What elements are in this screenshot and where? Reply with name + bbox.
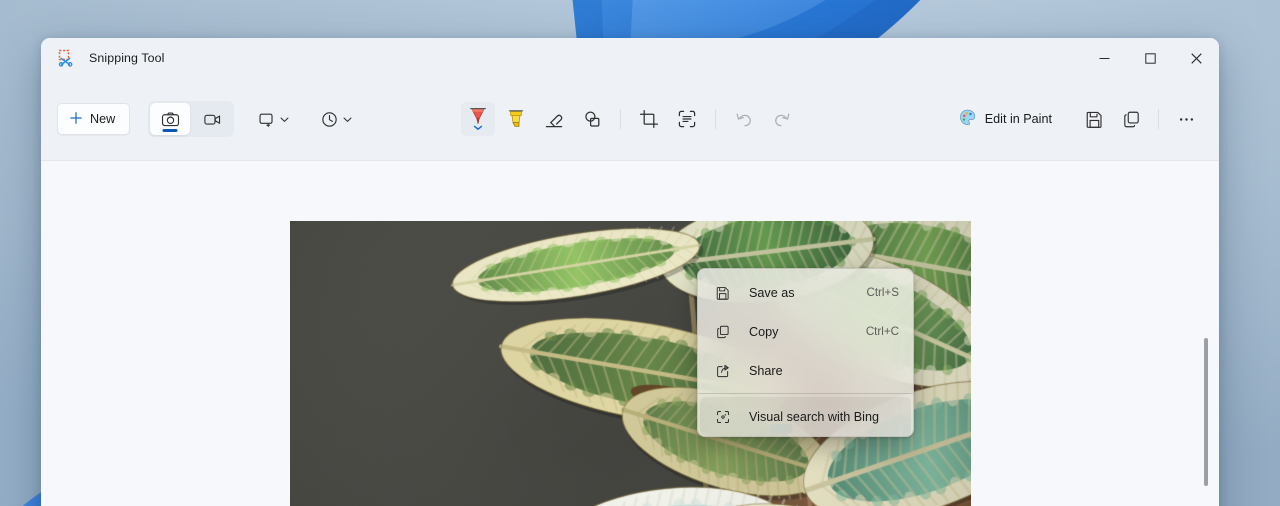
toolbar-divider	[620, 109, 621, 129]
title-bar[interactable]: Snipping Tool	[41, 38, 1219, 78]
minimize-button[interactable]	[1081, 38, 1127, 78]
shapes-tool[interactable]	[575, 102, 609, 136]
window-title: Snipping Tool	[89, 51, 165, 65]
scrollbar-thumb[interactable]	[1204, 338, 1208, 486]
ballpoint-pen-tool[interactable]	[461, 102, 495, 136]
snip-delay-dropdown[interactable]	[315, 103, 358, 135]
text-actions-icon	[678, 110, 696, 128]
menu-separator	[698, 393, 913, 394]
ballpoint-pen-icon	[470, 108, 486, 130]
snip-mode-camera[interactable]	[150, 103, 191, 135]
context-menu: Save as Ctrl+S Copy Ctrl+C Share Visual …	[697, 268, 914, 437]
save-floppy-icon	[714, 284, 731, 301]
menu-item-label: Copy	[749, 324, 779, 339]
menu-item-share[interactable]: Share	[700, 351, 911, 390]
annotation-tools-group	[461, 102, 799, 136]
new-snip-label: New	[90, 112, 116, 126]
menu-item-save-as[interactable]: Save as Ctrl+S	[700, 273, 911, 312]
new-snip-button[interactable]: New	[57, 103, 131, 135]
snip-mode-video[interactable]	[192, 103, 232, 135]
menu-item-label: Save as	[749, 285, 795, 300]
undo-icon	[736, 113, 751, 127]
highlighter-icon	[508, 110, 524, 127]
chevron-down-icon	[343, 117, 352, 122]
more-ellipsis-icon	[1179, 117, 1193, 121]
main-toolbar: New Edit in Paint	[41, 78, 1219, 161]
snipping-tool-icon	[57, 49, 75, 67]
snipping-tool-window: Snipping Tool New Edit in Paint Save as …	[41, 38, 1219, 506]
toolbar-divider	[1158, 109, 1159, 129]
text-actions-tool[interactable]	[670, 102, 704, 136]
edit-in-paint-button[interactable]: Edit in Paint	[948, 103, 1062, 135]
copy-icon	[1123, 111, 1139, 127]
window-caption-buttons	[1081, 38, 1219, 78]
plus-icon	[69, 111, 83, 128]
maximize-button[interactable]	[1127, 38, 1173, 78]
capture-mode-switch	[148, 101, 235, 137]
share-icon	[714, 362, 731, 379]
highlighter-tool[interactable]	[499, 102, 533, 136]
undo-button[interactable]	[727, 102, 761, 136]
copy-button[interactable]	[1114, 102, 1148, 136]
menu-item-accelerator: Ctrl+S	[866, 286, 899, 299]
save-floppy-icon	[1086, 111, 1102, 128]
toolbar-divider	[715, 109, 716, 129]
visual-search-icon	[714, 408, 731, 425]
rectangle-snip-icon	[259, 113, 273, 127]
paint-palette-icon	[958, 108, 977, 130]
crop-icon	[639, 109, 659, 129]
canvas-area: Save as Ctrl+S Copy Ctrl+C Share Visual …	[41, 162, 1219, 506]
menu-item-copy[interactable]: Copy Ctrl+C	[700, 312, 911, 351]
toolbar-right-group: Edit in Paint	[948, 102, 1203, 136]
shapes-icon	[585, 111, 600, 127]
vertical-scrollbar[interactable]	[1200, 162, 1212, 506]
camera-icon	[161, 111, 179, 126]
chevron-down-icon	[280, 117, 289, 122]
toolbar-left-group: New	[57, 101, 358, 137]
eraser-tool[interactable]	[537, 102, 571, 136]
menu-item-label: Share	[749, 363, 783, 378]
clock-icon	[322, 111, 337, 127]
more-options-button[interactable]	[1169, 102, 1203, 136]
redo-button[interactable]	[765, 102, 799, 136]
eraser-icon	[545, 114, 563, 128]
close-button[interactable]	[1173, 38, 1219, 78]
copy-icon	[714, 323, 731, 340]
menu-item-label: Visual search with Bing	[749, 409, 879, 424]
save-button[interactable]	[1077, 102, 1111, 136]
snip-shape-dropdown[interactable]	[252, 103, 295, 135]
redo-icon	[775, 113, 790, 127]
video-camera-icon	[204, 114, 220, 125]
menu-item-accelerator: Ctrl+C	[865, 325, 899, 338]
crop-tool[interactable]	[632, 102, 666, 136]
menu-item-visual-search[interactable]: Visual search with Bing	[700, 397, 911, 436]
edit-in-paint-label: Edit in Paint	[984, 112, 1052, 126]
